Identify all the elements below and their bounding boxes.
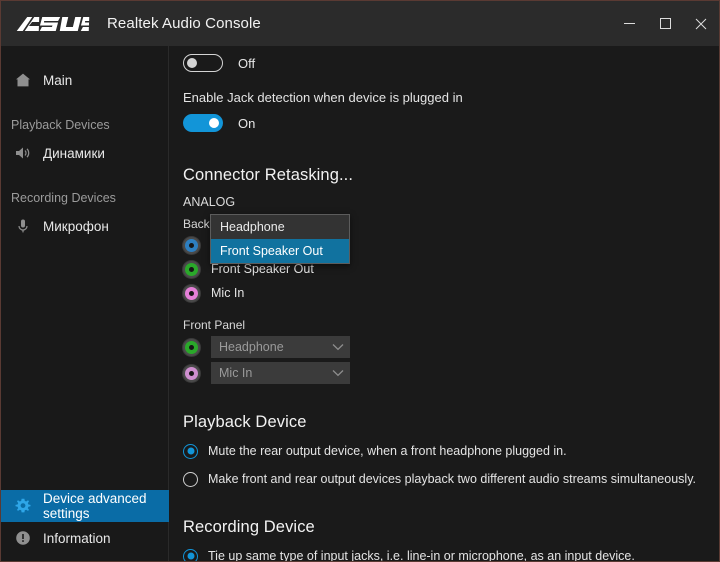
microphone-icon [11,218,35,234]
sidebar-group-playback: Playback Devices [11,118,110,132]
window-title: Realtek Audio Console [107,15,261,32]
playback-option-2[interactable]: Make front and rear output devices playb… [183,467,719,491]
home-icon [11,72,35,88]
sidebar-item-main[interactable]: Main [1,63,168,97]
sidebar-item-microphone[interactable]: Микрофон [1,209,168,243]
connector-retasking-title: Connector Retasking... [183,166,354,184]
back-panel-row-3[interactable]: Mic In [183,281,719,305]
sidebar-bottom-group: Device advanced settings Information [1,490,169,554]
front-panel-headphone-value: Headphone [219,340,284,354]
top-toggle-state: Off [238,55,256,71]
sidebar-item-speakers-label: Динамики [43,145,105,161]
recording-device-title: Recording Device [183,518,315,536]
close-button[interactable] [683,1,719,46]
speaker-icon [11,145,35,161]
front-panel-row-2[interactable]: Mic In [183,360,719,386]
sidebar-item-device-advanced-settings-label: Device advanced settings [43,491,147,521]
front-panel-headphone-select[interactable]: Headphone [211,336,350,358]
sidebar-item-microphone-label: Микрофон [43,218,109,234]
sidebar-item-information[interactable]: Information [1,522,169,554]
sidebar-item-speakers[interactable]: Динамики [1,136,168,170]
front-panel-micin-select[interactable]: Mic In [211,362,350,384]
chevron-down-icon [332,369,344,377]
asus-logo [9,11,96,37]
playback-device-title: Playback Device [183,413,307,431]
recording-option-1-label: Tie up same type of input jacks, i.e. li… [208,549,635,562]
title-bar: Realtek Audio Console [1,1,719,46]
playback-option-1-label: Mute the rear output device, when a fron… [208,444,567,458]
asus-logo-mark [16,16,90,31]
pink-jack-icon [183,284,200,302]
maximize-button[interactable] [647,1,683,46]
minimize-button[interactable] [611,1,647,46]
sidebar: Main Playback Devices Динамики Recording… [1,46,169,561]
green-jack-icon [183,260,200,278]
close-icon [695,18,707,29]
jack-detection-toggle[interactable] [183,114,223,132]
back-panel-dropdown-popup[interactable]: Headphone Front Speaker Out [210,214,350,264]
dropdown-option-headphone[interactable]: Headphone [211,215,349,239]
pink-jack-icon-front [183,364,200,382]
content-pane: Off Enable Jack detection when device is… [170,46,719,562]
sidebar-item-information-label: Information [43,530,111,546]
info-icon [11,530,35,546]
back-panel-row-3-value: Mic In [211,286,245,300]
blue-jack-icon [183,236,200,254]
playback-option-1-radio[interactable] [183,443,198,459]
back-panel-row-2-value: Front Speaker Out [211,262,314,276]
window-controls [611,1,719,46]
sidebar-item-main-label: Main [43,72,73,88]
green-jack-icon-front [183,338,200,356]
recording-option-1-radio[interactable] [183,548,198,561]
playback-option-2-label: Make front and rear output devices playb… [208,472,696,486]
jack-detection-row: On [183,110,719,136]
front-panel-row-1[interactable]: Headphone [183,334,719,360]
content-inner: Off Enable Jack detection when device is… [170,50,719,562]
top-toggle-row: Off [183,50,719,76]
maximize-icon [659,18,671,29]
sidebar-group-recording: Recording Devices [11,191,116,205]
minimize-icon [623,23,635,24]
recording-option-1[interactable]: Tie up same type of input jacks, i.e. li… [183,544,719,562]
front-panel-label: Front Panel [183,318,246,332]
jack-detection-description: Enable Jack detection when device is plu… [183,90,463,105]
dropdown-option-front-speaker-out[interactable]: Front Speaker Out [211,239,349,263]
sidebar-item-device-advanced-settings[interactable]: Device advanced settings [1,490,169,522]
jack-detection-state: On [238,115,256,131]
chevron-down-icon [332,343,344,351]
playback-option-2-radio[interactable] [183,471,198,487]
front-panel-micin-value: Mic In [219,366,253,380]
realtek-audio-console-window: Realtek Audio Console Main Playback Devi… [0,0,720,562]
gear-icon [11,498,35,514]
analog-label: ANALOG [183,195,236,209]
playback-option-1[interactable]: Mute the rear output device, when a fron… [183,439,719,463]
top-toggle-switch[interactable] [183,54,223,72]
